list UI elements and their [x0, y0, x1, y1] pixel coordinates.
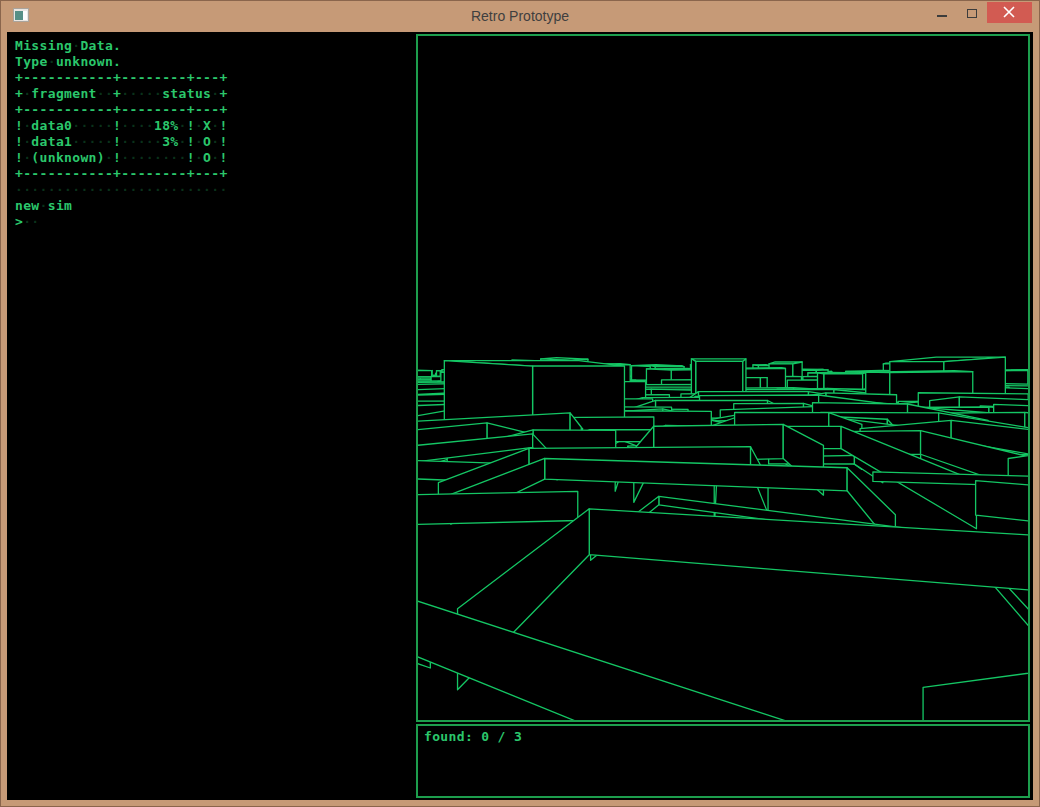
status-panel: found: 0 / 3: [416, 724, 1030, 798]
found-counter: found: 0 / 3: [424, 729, 522, 745]
terminal-text: Missing Data. Type unknown. +-----------…: [15, 38, 228, 230]
close-button[interactable]: [987, 2, 1032, 23]
window-title: Retro Prototype: [2, 2, 1038, 30]
maximize-icon: [967, 9, 977, 18]
maximize-button[interactable]: [957, 2, 987, 23]
minimize-icon: [937, 15, 947, 17]
minimize-button[interactable]: [927, 2, 957, 23]
wireframe-viewport[interactable]: [416, 34, 1030, 722]
client-area: · · · ·· ····· · · ····· ···· · · · · ··…: [7, 32, 1033, 800]
titlebar[interactable]: Retro Prototype: [2, 2, 1038, 32]
close-icon: [987, 2, 1032, 23]
terminal-output: · · · ·· ····· · · ····· ···· · · · · ··…: [15, 38, 228, 230]
wireframe-scene-canvas: [418, 36, 1028, 720]
app-window: Retro Prototype · · · ·· ····· · · ····: [0, 0, 1040, 807]
